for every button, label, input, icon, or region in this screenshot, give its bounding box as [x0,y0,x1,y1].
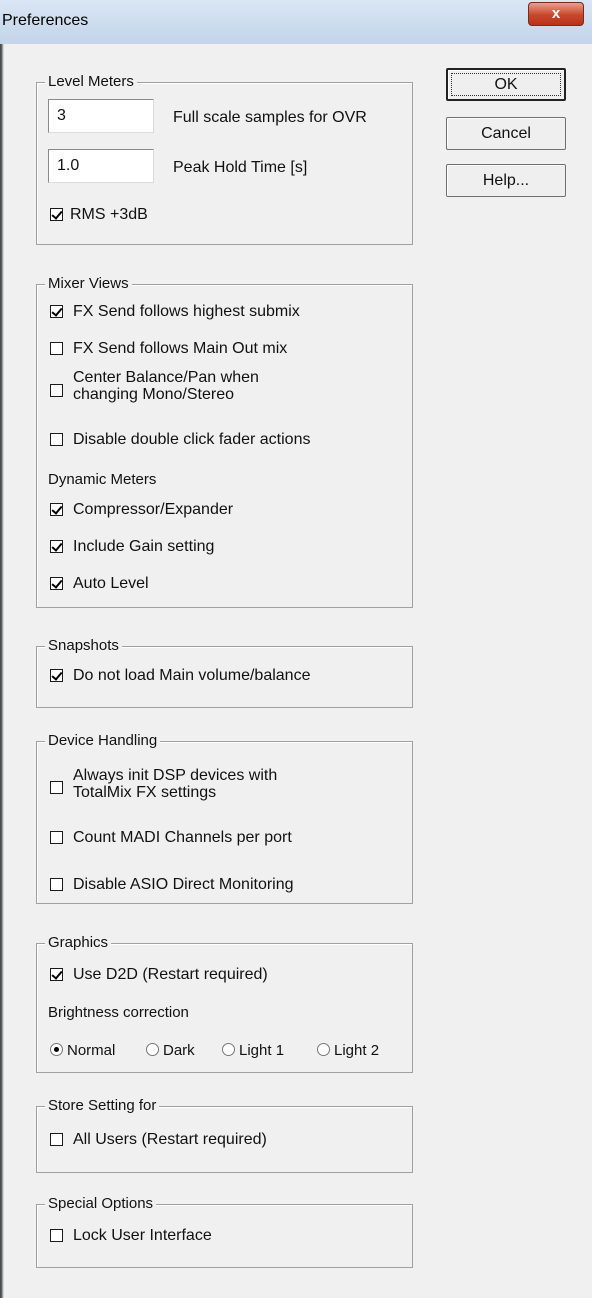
preferences-dialog: Preferences x OK Cancel Help... Level Me… [0,0,592,1298]
ok-button[interactable]: OK [446,68,566,101]
center-balance-label-line2: changing Mono/Stereo [73,386,234,403]
rms-label: RMS +3dB [70,206,148,223]
radio-dark-label: Dark [163,1042,195,1059]
special-options-legend: Special Options [45,1195,157,1213]
help-button-label: Help... [482,172,530,189]
include-gain-checkbox[interactable] [50,540,63,553]
auto-level-checkbox[interactable] [50,577,63,590]
window-left-border [0,44,4,1298]
peak-hold-label: Peak Hold Time [s] [173,159,308,176]
rms-checkbox[interactable] [50,208,63,221]
count-madi-checkbox[interactable] [50,831,63,844]
device-handling-legend: Device Handling [45,732,161,750]
all-users-checkbox[interactable] [50,1133,63,1146]
close-icon: x [551,5,561,22]
focus-rectangle [451,73,561,96]
fx-send-highest-label: FX Send follows highest submix [73,303,300,320]
disable-double-click-checkbox[interactable] [50,433,63,446]
lock-ui-label: Lock User Interface [73,1227,212,1244]
radio-dark[interactable] [146,1043,159,1056]
disable-asio-label: Disable ASIO Direct Monitoring [73,876,294,893]
level-meters-group: Level Meters 3 Full scale samples for OV… [36,73,413,245]
ovr-samples-label: Full scale samples for OVR [173,109,367,126]
radio-light2-label: Light 2 [334,1042,380,1059]
peak-hold-input[interactable]: 1.0 [48,149,154,183]
compressor-expander-label: Compressor/Expander [73,501,234,518]
count-madi-label: Count MADI Channels per port [73,829,292,846]
help-button[interactable]: Help... [446,164,566,197]
always-init-dsp-checkbox[interactable] [50,781,63,794]
cancel-button[interactable]: Cancel [446,117,566,150]
window-title: Preferences [2,12,89,29]
fx-send-highest-checkbox[interactable] [50,305,63,318]
always-init-dsp-label-line2: TotalMix FX settings [73,784,217,801]
radio-light1-label: Light 1 [239,1042,285,1059]
do-not-load-main-checkbox[interactable] [50,669,63,682]
fx-send-main-label: FX Send follows Main Out mix [73,340,288,357]
title-bar: Preferences x [0,0,592,44]
close-button[interactable]: x [528,2,584,26]
use-d2d-checkbox[interactable] [50,968,63,981]
mixer-views-group: Mixer Views FX Send follows highest subm… [36,275,413,608]
include-gain-label: Include Gain setting [73,538,215,555]
auto-level-label: Auto Level [73,575,149,592]
graphics-legend: Graphics [45,934,112,952]
special-options-group: Special Options Lock User Interface [36,1195,413,1268]
do-not-load-main-label: Do not load Main volume/balance [73,667,311,684]
cancel-button-label: Cancel [481,125,531,142]
radio-normal-label: Normal [67,1042,116,1059]
radio-light1[interactable] [222,1043,235,1056]
all-users-label: All Users (Restart required) [73,1131,267,1148]
disable-asio-checkbox[interactable] [50,878,63,891]
dynamic-meters-label: Dynamic Meters [48,471,157,488]
store-setting-legend: Store Setting for [45,1097,160,1115]
disable-double-click-label: Disable double click fader actions [73,431,311,448]
radio-normal[interactable] [50,1043,63,1056]
ovr-samples-input[interactable]: 3 [48,99,154,133]
use-d2d-label: Use D2D (Restart required) [73,966,268,983]
device-handling-group: Device Handling Always init DSP devices … [36,732,413,904]
snapshots-group: Snapshots Do not load Main volume/balanc… [36,637,413,708]
fx-send-main-checkbox[interactable] [50,342,63,355]
center-balance-checkbox[interactable] [50,384,63,397]
center-balance-label-line1: Center Balance/Pan when [73,369,259,386]
lock-ui-checkbox[interactable] [50,1229,63,1242]
compressor-expander-checkbox[interactable] [50,503,63,516]
level-meters-legend: Level Meters [45,73,137,91]
brightness-correction-label: Brightness correction [48,1004,189,1021]
store-setting-group: Store Setting for All Users (Restart req… [36,1097,413,1173]
mixer-views-legend: Mixer Views [45,275,132,293]
radio-light2[interactable] [317,1043,330,1056]
always-init-dsp-label-line1: Always init DSP devices with [73,767,278,784]
snapshots-legend: Snapshots [45,637,122,655]
graphics-group: Graphics Use D2D (Restart required) Brig… [36,934,413,1073]
